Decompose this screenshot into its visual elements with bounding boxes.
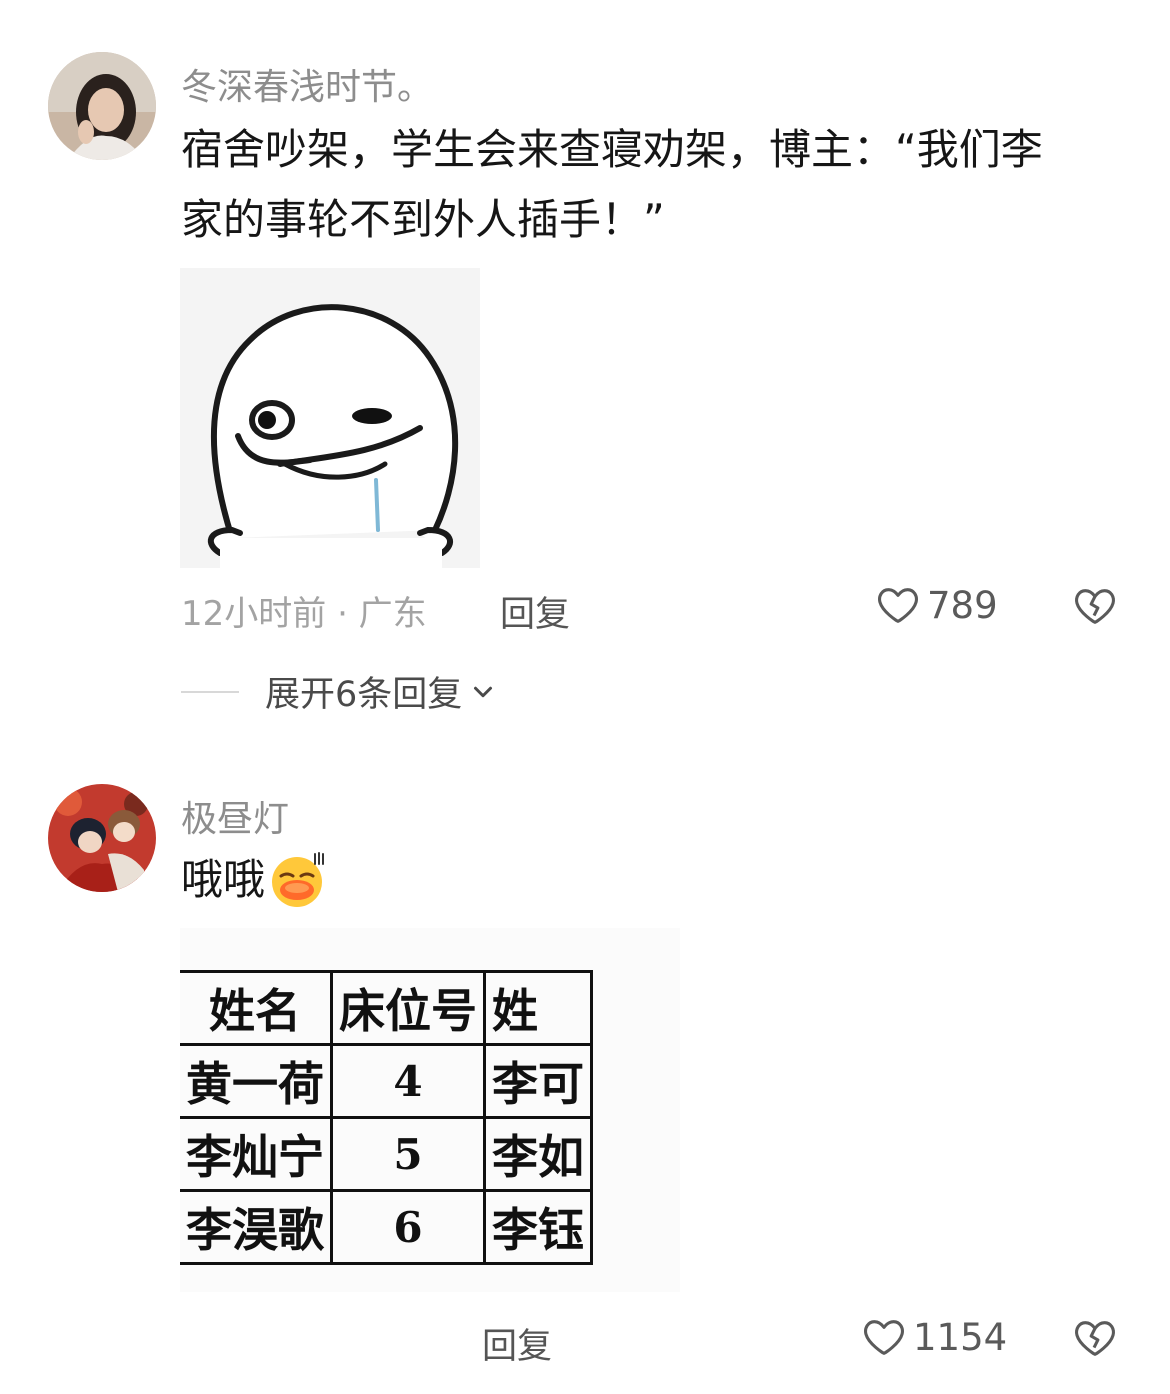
like-count: 1154 <box>913 1315 1008 1359</box>
reply-button[interactable]: 回复 <box>500 586 570 637</box>
laughing-emoji-icon <box>267 850 327 910</box>
table-row: 长） 李灿宁 5 李如 <box>180 1116 593 1192</box>
expand-replies-label: 展开6条回复 <box>265 675 463 715</box>
table-row: 李淏歌 6 李钰 <box>180 1189 593 1265</box>
like-button[interactable]: 789 <box>875 582 998 628</box>
table-cell: 李淏歌 <box>180 1189 333 1265</box>
table-header: 床位号 <box>330 970 486 1046</box>
like-button[interactable]: 1154 <box>861 1314 1007 1360</box>
timestamp-location: 12小时前 · 广东 <box>181 594 427 634</box>
table-cell: 李灿宁 <box>180 1116 333 1192</box>
divider <box>181 690 239 693</box>
table-row: 黄一荷 4 李可 <box>180 1043 593 1119</box>
username[interactable]: 冬深春浅时节。 <box>181 58 433 110</box>
comment-text-line: 哦哦 <box>181 846 327 914</box>
table-cell: 李可 <box>483 1043 593 1119</box>
expand-replies-button[interactable]: 展开6条回复 <box>181 666 498 717</box>
chevron-down-icon <box>474 686 493 697</box>
table-cell: 4 <box>330 1043 486 1119</box>
table-row: 立号 姓名 床位号 姓 <box>180 970 593 1046</box>
reply-button[interactable]: 回复 <box>482 1318 552 1369</box>
table-cell: 李钰 <box>483 1189 593 1265</box>
avatar[interactable] <box>48 784 156 892</box>
table-cell: 李如 <box>483 1116 593 1192</box>
comment-text-line: 宿舍吵架，学生会来查寝劝架，博主：“我们李 <box>181 125 1043 174</box>
like-count: 789 <box>927 583 998 627</box>
table-header: 姓名 <box>180 970 333 1046</box>
broken-heart-icon <box>1075 589 1115 624</box>
comment-text-line: 家的事轮不到外人插手！” <box>181 195 665 244</box>
heart-outline-icon <box>878 588 918 623</box>
broken-heart-icon <box>1075 1321 1115 1356</box>
avatar[interactable] <box>48 52 156 160</box>
dorm-table: 立号 姓名 床位号 姓 黄一荷 4 李可 长） 李灿宁 5 李如 李淏歌 6 李… <box>180 970 593 1265</box>
table-cell: 6 <box>330 1189 486 1265</box>
dislike-button[interactable] <box>1072 583 1118 633</box>
table-cell: 黄一荷 <box>180 1043 333 1119</box>
username[interactable]: 极昼灯 <box>181 790 289 842</box>
heart-outline-icon <box>864 1320 904 1355</box>
attached-image[interactable]: 立号 姓名 床位号 姓 黄一荷 4 李可 长） 李灿宁 5 李如 李淏歌 6 李… <box>180 928 680 1292</box>
sticker-image[interactable] <box>180 268 480 568</box>
comment-text: 哦哦 <box>181 855 266 904</box>
table-header: 姓 <box>483 970 593 1046</box>
table-cell: 5 <box>330 1116 486 1192</box>
dislike-button[interactable] <box>1072 1315 1118 1365</box>
